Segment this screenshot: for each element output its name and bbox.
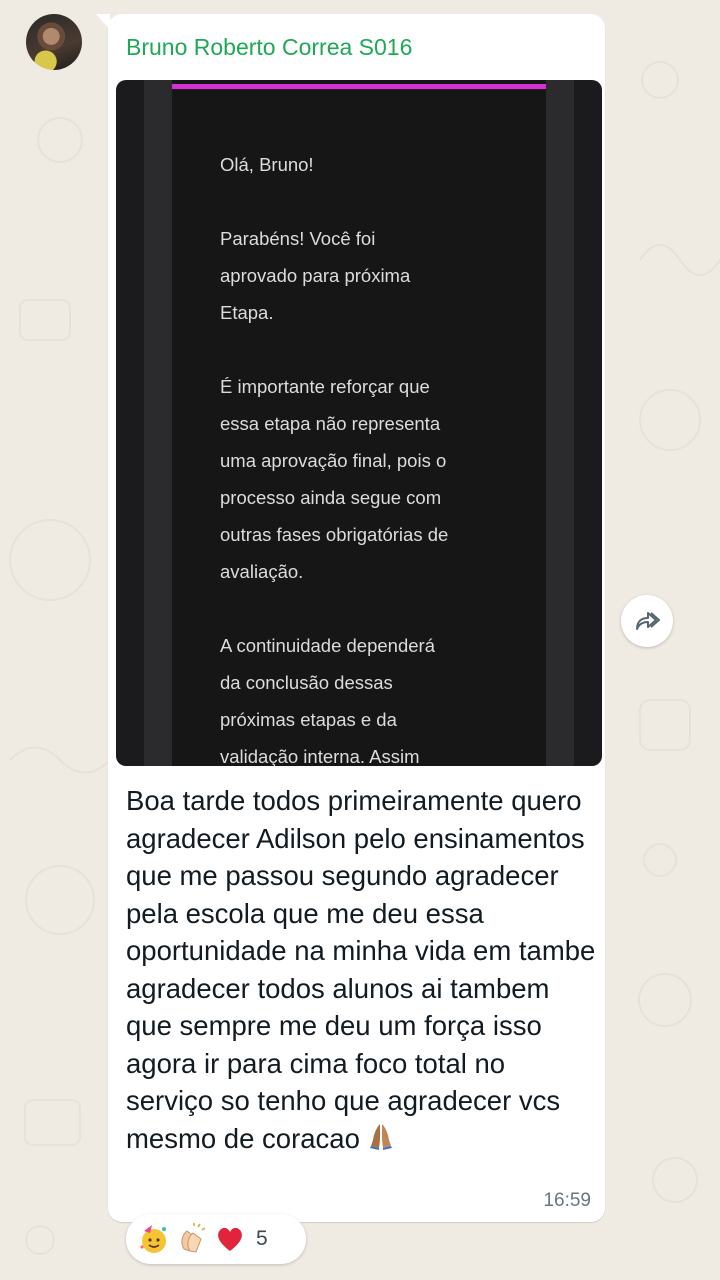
sender-avatar[interactable] bbox=[26, 14, 82, 70]
red-heart-icon bbox=[218, 1227, 242, 1251]
folded-hands-icon bbox=[366, 1121, 396, 1161]
forward-button[interactable] bbox=[621, 595, 673, 647]
forward-icon bbox=[636, 612, 660, 630]
image-side-panel-left bbox=[144, 80, 172, 766]
message-text-container: Boa tarde todos primeiramente quero agra… bbox=[126, 782, 596, 1160]
sender-name[interactable]: Bruno Roberto Correa S016 bbox=[126, 34, 412, 61]
reaction-count: 5 bbox=[256, 1227, 268, 1250]
reactions-bar[interactable]: 5 bbox=[126, 1214, 306, 1264]
image-side-panel-right bbox=[546, 80, 574, 766]
clapping-hands-icon bbox=[181, 1223, 206, 1253]
message-bubble[interactable]: Bruno Roberto Correa S016 Olá, Bruno! Pa… bbox=[108, 14, 605, 1222]
image-accent-bar bbox=[172, 84, 546, 89]
attached-image[interactable]: Olá, Bruno! Parabéns! Você foi aprovado … bbox=[116, 80, 602, 766]
message-time: 16:59 bbox=[543, 1190, 591, 1211]
party-face-icon bbox=[140, 1225, 166, 1253]
image-text: Olá, Bruno! Parabéns! Você foi aprovado … bbox=[220, 154, 449, 766]
message-body-text: Boa tarde todos primeiramente quero agra… bbox=[126, 785, 603, 1154]
